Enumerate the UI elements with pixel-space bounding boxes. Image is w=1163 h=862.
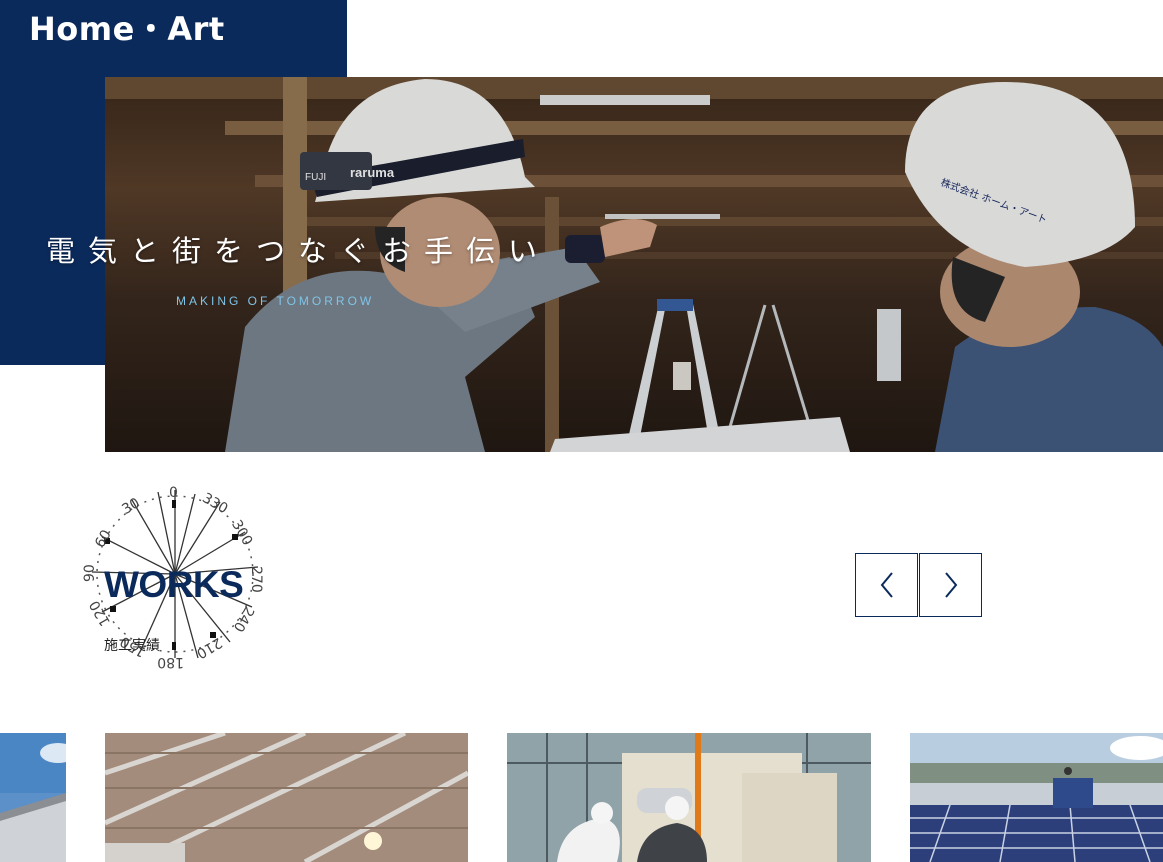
dial-label: 60 bbox=[92, 527, 115, 550]
chevron-right-icon bbox=[944, 572, 957, 598]
works-card-rooftop-equipment[interactable] bbox=[507, 733, 871, 862]
dial-label: 270 bbox=[248, 566, 264, 593]
dial-label: 330 bbox=[199, 490, 230, 517]
dial-label: 90 bbox=[82, 564, 98, 582]
works-heading: WORKS bbox=[104, 564, 244, 605]
dial-label: 0 bbox=[169, 485, 178, 501]
slider-prev-button[interactable] bbox=[855, 553, 918, 617]
dial-label: 240 bbox=[230, 603, 257, 634]
dial-label: 30 bbox=[119, 495, 142, 518]
site-logo[interactable]: Home・Art bbox=[29, 4, 225, 50]
dial-label: 300 bbox=[228, 517, 255, 548]
works-card-solar-panels[interactable] bbox=[910, 733, 1163, 862]
works-card-building-sky[interactable] bbox=[0, 733, 66, 862]
hero-subtitle: MAKING OF TOMORROW bbox=[176, 294, 375, 308]
chevron-left-icon bbox=[880, 572, 893, 598]
hero-title: 電気と街をつなぐお手伝い bbox=[46, 234, 551, 268]
works-card-steel-roof[interactable] bbox=[105, 733, 468, 862]
works-subheading: 施工実績 bbox=[104, 637, 160, 653]
dial-label: 180 bbox=[157, 654, 184, 670]
slider-next-button[interactable] bbox=[919, 553, 982, 617]
